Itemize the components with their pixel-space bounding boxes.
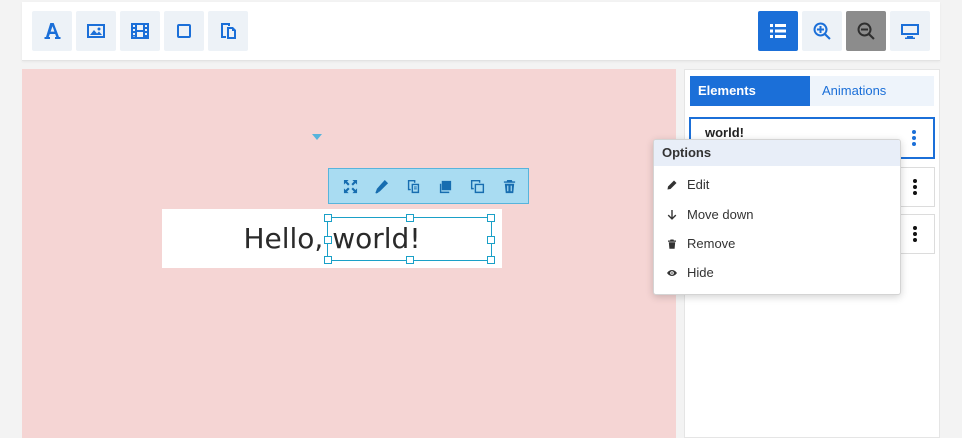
trash-icon <box>503 179 515 193</box>
edit-button[interactable] <box>372 177 390 195</box>
monitor-icon <box>901 24 919 39</box>
more-options-button[interactable] <box>911 129 917 147</box>
expand-button[interactable] <box>341 177 359 195</box>
menu-item-move-down[interactable]: Move down <box>654 202 900 228</box>
arrow-down-icon <box>667 210 677 220</box>
options-menu-title: Options <box>654 140 900 166</box>
top-toolbar <box>22 2 940 61</box>
tab-animations[interactable]: Animations <box>810 76 934 106</box>
paste-tool-button[interactable] <box>208 11 248 51</box>
delete-button[interactable] <box>500 177 518 195</box>
more-options-button[interactable] <box>912 225 918 243</box>
tab-elements[interactable]: Elements <box>690 76 810 106</box>
resize-handle-r[interactable] <box>487 236 495 244</box>
bring-front-button[interactable] <box>436 177 454 195</box>
copy-button[interactable] <box>468 177 486 195</box>
resize-handle-bl[interactable] <box>324 256 332 264</box>
resize-handle-br[interactable] <box>487 256 495 264</box>
resize-handle-tr[interactable] <box>487 214 495 222</box>
resize-handle-t[interactable] <box>406 214 414 222</box>
element-row-label: world! <box>705 125 744 140</box>
menu-item-remove[interactable]: Remove <box>654 231 900 257</box>
resize-handle-l[interactable] <box>324 236 332 244</box>
text-tool-button[interactable] <box>32 11 72 51</box>
text-icon <box>44 23 61 39</box>
zoom-in-icon <box>813 22 831 40</box>
resize-handle-tl[interactable] <box>324 214 332 222</box>
more-options-button[interactable] <box>912 178 918 196</box>
image-tool-button[interactable] <box>76 11 116 51</box>
floating-toolbar-pointer <box>312 134 322 140</box>
bring-front-icon <box>439 180 451 193</box>
square-icon <box>177 24 191 38</box>
video-tool-button[interactable] <box>120 11 160 51</box>
menu-item-label: Edit <box>687 177 710 192</box>
edit-icon <box>374 179 388 194</box>
expand-icon <box>343 179 357 193</box>
zoom-in-button[interactable] <box>802 11 842 51</box>
menu-item-hide[interactable]: Hide <box>654 260 900 286</box>
preview-button[interactable] <box>890 11 930 51</box>
pencil-icon <box>667 180 677 190</box>
list-view-button[interactable] <box>758 11 798 51</box>
trash-icon <box>668 239 676 249</box>
element-floating-toolbar <box>328 168 529 204</box>
paste-icon <box>221 23 236 39</box>
canvas-stage[interactable]: Hello, world! <box>22 69 676 438</box>
image-icon <box>87 24 105 38</box>
duplicate-button[interactable] <box>404 177 422 195</box>
duplicate-icon <box>407 179 419 193</box>
eye-icon <box>667 270 677 276</box>
film-icon <box>131 23 149 39</box>
shape-tool-button[interactable] <box>164 11 204 51</box>
selection-box[interactable] <box>324 214 495 264</box>
resize-handle-b[interactable] <box>406 256 414 264</box>
menu-item-label: Move down <box>687 207 754 222</box>
menu-item-edit[interactable]: Edit <box>654 172 900 198</box>
zoom-out-button[interactable] <box>846 11 886 51</box>
menu-item-label: Hide <box>687 265 714 280</box>
menu-item-label: Remove <box>687 236 736 251</box>
copy-icon <box>470 179 484 193</box>
options-menu: Options Edit Move down Remove Hide <box>653 139 901 295</box>
zoom-out-icon <box>857 22 875 40</box>
list-icon <box>770 24 786 38</box>
